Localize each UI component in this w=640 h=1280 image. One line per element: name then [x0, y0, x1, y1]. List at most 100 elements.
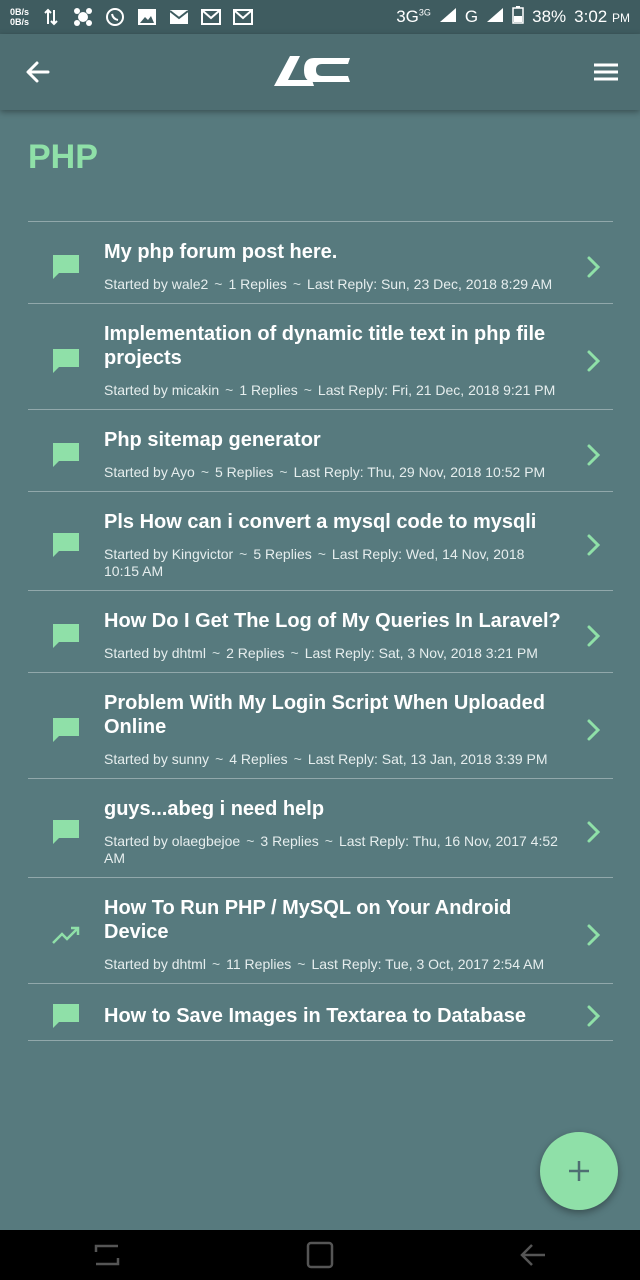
recent-apps-icon: [94, 1244, 119, 1266]
topic-author: Started by Kingvictor: [104, 546, 234, 562]
meta-separator: ~: [225, 382, 234, 398]
meta-separator: ~: [211, 645, 221, 661]
image-icon: [137, 8, 157, 26]
topic-meta: Started by sunny ~4 Replies ~ Last Reply: S…: [104, 751, 563, 768]
topic-title[interactable]: My php forum post here.: [104, 240, 563, 264]
topic-replies: 3 Replies: [260, 833, 319, 849]
topic-title[interactable]: Problem With My Login Script When Upload…: [104, 691, 563, 739]
chat-icon: [28, 253, 104, 281]
battery-percent: 38%: [532, 7, 567, 26]
meta-separator: ~: [303, 382, 312, 398]
topic-title[interactable]: How To Run PHP / MySQL on Your Android D…: [104, 896, 563, 944]
topic-meta: Started by dhtml ~11 Replies ~ Last Reply: …: [104, 956, 563, 973]
page-title: PHP: [28, 138, 98, 176]
topic-body: How Do I Get The Log of My Queries In La…: [104, 609, 573, 662]
chevron-right-icon[interactable]: [573, 533, 613, 557]
app-logo[interactable]: [270, 50, 354, 90]
chevron-right-icon[interactable]: [573, 1004, 613, 1028]
topic-list: My php forum post here. Started by wale2 ~…: [28, 221, 613, 1041]
topic-row[interactable]: Php sitemap generator Started by Ayo ~5 Re…: [28, 410, 613, 492]
topic-author: Started by dhtml: [104, 645, 206, 661]
topic-replies: 4 Replies: [229, 751, 288, 767]
topic-last-reply: Last Reply: Sat, 13 Jan, 2018 3:39 PM: [307, 751, 548, 767]
topic-replies: 2 Replies: [226, 645, 285, 661]
speed-down: 0B/s: [10, 17, 30, 27]
topic-title[interactable]: Pls How can i convert a mysql code to my…: [104, 510, 563, 534]
meta-separator: ~: [290, 645, 299, 661]
clock: 3:02 PM: [574, 7, 630, 26]
topic-meta: Started by micakin ~1 Replies ~ Last Reply:…: [104, 382, 563, 399]
topic-title[interactable]: How to Save Images in Textarea to Databa…: [104, 1004, 563, 1028]
network-3g: 3G3G: [396, 7, 431, 26]
topic-author: Started by Ayo: [104, 464, 195, 480]
back-button[interactable]: [22, 56, 54, 88]
topic-last-reply: Last Reply: Tue, 3 Oct, 2017 2:54 AM: [311, 956, 545, 972]
topic-row[interactable]: How Do I Get The Log of My Queries In La…: [28, 591, 613, 673]
topic-replies: 5 Replies: [215, 464, 274, 480]
meta-separator: ~: [239, 546, 248, 562]
chat-icon: [28, 622, 104, 650]
topic-meta: Started by olaegbejoe ~3 Replies ~ Last Rep…: [104, 833, 563, 867]
menu-button[interactable]: [590, 56, 622, 88]
topic-last-reply: Last Reply: Sat, 3 Nov, 2018 3:21 PM: [304, 645, 538, 661]
home-button[interactable]: [298, 1237, 342, 1273]
chevron-right-icon[interactable]: [573, 718, 613, 742]
topic-author: Started by wale2: [104, 276, 209, 292]
speed-up: 0B/s: [10, 7, 30, 17]
topic-row[interactable]: How to Save Images in Textarea to Databa…: [28, 984, 613, 1041]
app-bar: [0, 34, 640, 110]
signal-icon: [486, 7, 504, 28]
topic-row[interactable]: How To Run PHP / MySQL on Your Android D…: [28, 878, 613, 984]
chevron-right-icon[interactable]: [573, 443, 613, 467]
meta-separator: ~: [297, 956, 306, 972]
meta-separator: ~: [324, 833, 333, 849]
topic-title[interactable]: guys...abeg i need help: [104, 797, 563, 821]
chat-icon: [28, 1002, 104, 1030]
topic-row[interactable]: Problem With My Login Script When Upload…: [28, 673, 613, 779]
data-arrows-icon: [41, 8, 61, 26]
chevron-right-icon[interactable]: [573, 255, 613, 279]
topic-body: Php sitemap generator Started by Ayo ~5 Re…: [104, 428, 573, 481]
topic-row[interactable]: Implementation of dynamic title text in …: [28, 304, 613, 410]
topic-meta: Started by dhtml ~2 Replies ~ Last Reply: S…: [104, 645, 563, 662]
topic-row[interactable]: guys...abeg i need help Started by olaegb…: [28, 779, 613, 878]
topic-last-reply: Last Reply: Sun, 23 Dec, 2018 8:29 AM: [307, 276, 553, 292]
chevron-right-icon[interactable]: [573, 923, 613, 947]
topic-body: How To Run PHP / MySQL on Your Android D…: [104, 896, 573, 973]
topic-row[interactable]: My php forum post here. Started by wale2 ~…: [28, 222, 613, 304]
meta-separator: ~: [292, 276, 302, 292]
topic-replies: 1 Replies: [239, 382, 298, 398]
meta-separator: ~: [215, 751, 224, 767]
topic-body: Pls How can i convert a mysql code to my…: [104, 510, 573, 580]
trending-icon: [28, 925, 104, 945]
chat-icon: [28, 818, 104, 846]
topic-meta: Started by Ayo ~5 Replies ~ Last Reply: Thu…: [104, 464, 563, 481]
topic-title[interactable]: Php sitemap generator: [104, 428, 563, 452]
topic-replies: 5 Replies: [253, 546, 312, 562]
chevron-right-icon[interactable]: [573, 820, 613, 844]
topic-author: Started by dhtml: [104, 956, 206, 972]
battery-icon: [512, 5, 524, 29]
topic-meta: Started by Kingvictor ~5 Replies ~ Last Rep…: [104, 546, 563, 580]
topic-replies: 11 Replies: [226, 956, 292, 972]
chevron-right-icon[interactable]: [573, 624, 613, 648]
topic-title[interactable]: Implementation of dynamic title text in …: [104, 322, 563, 370]
meta-separator: ~: [211, 956, 221, 972]
chat-icon: [28, 347, 104, 375]
chevron-right-icon[interactable]: [573, 349, 613, 373]
mail-icon: [169, 8, 189, 26]
gmail-icon: [233, 8, 254, 26]
topic-row[interactable]: Pls How can i convert a mysql code to my…: [28, 492, 613, 591]
topic-author: Started by sunny: [104, 751, 210, 767]
recent-apps-button[interactable]: [85, 1237, 129, 1273]
topic-body: Implementation of dynamic title text in …: [104, 322, 573, 399]
new-topic-fab[interactable]: [540, 1132, 618, 1210]
topic-title[interactable]: How Do I Get The Log of My Queries In La…: [104, 609, 563, 633]
chat-icon: [28, 531, 104, 559]
plus-icon: [569, 1161, 589, 1181]
meta-separator: ~: [246, 833, 255, 849]
signal-icon: [439, 7, 457, 28]
network-g: G: [464, 7, 479, 26]
back-nav-button[interactable]: [511, 1237, 555, 1273]
gmail-icon: [201, 8, 222, 26]
